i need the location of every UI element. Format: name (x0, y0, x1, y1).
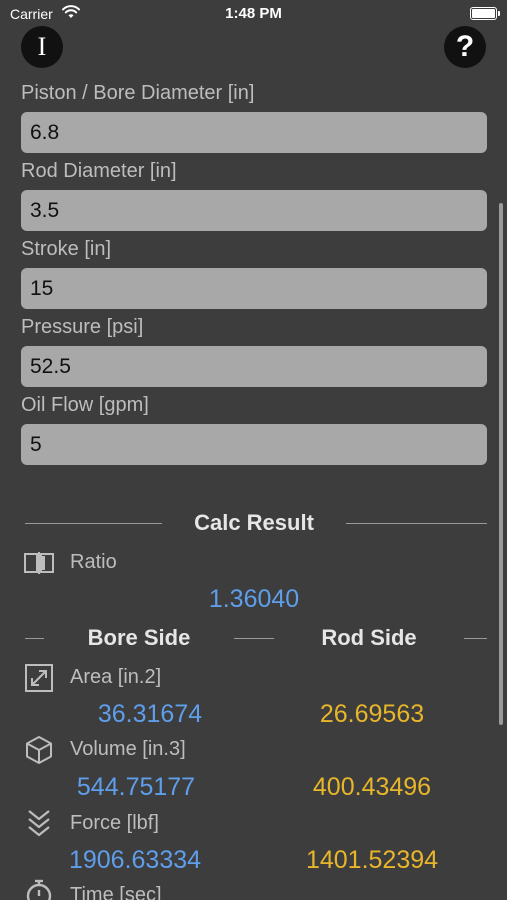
clock: 1:48 PM (225, 5, 282, 22)
volume-bore-value: 544.75177 (76, 773, 196, 801)
help-icon: ? (455, 30, 475, 63)
divider-line (25, 638, 44, 639)
status-bar: Carrier 1:48 PM (0, 0, 507, 30)
pressure-input[interactable]: 52.5 (21, 346, 487, 387)
oil-flow-label: Oil Flow [gpm] (21, 394, 149, 416)
area-icon (25, 664, 53, 692)
time-icon (26, 879, 52, 900)
calc-result-title: Calc Result (194, 510, 314, 535)
pressure-label: Pressure [psi] (21, 316, 144, 338)
area-bore-value: 36.31674 (97, 700, 203, 728)
bore-diameter-label: Piston / Bore Diameter [in] (21, 82, 255, 104)
ratio-label: Ratio (70, 551, 117, 573)
force-icon (28, 810, 50, 837)
volume-icon (26, 736, 52, 764)
time-label: Time [sec] (70, 884, 162, 900)
area-label: Area [in.2] (70, 666, 162, 688)
force-bore-value: 1906.63334 (68, 846, 202, 874)
rod-side-header: Rod Side (321, 625, 417, 650)
stroke-label: Stroke [in] (21, 238, 112, 260)
rod-diameter-label: Rod Diameter [in] (21, 160, 177, 182)
divider-line (464, 638, 487, 639)
ratio-value: 1.36040 (208, 585, 300, 613)
stroke-input[interactable]: 15 (21, 268, 487, 309)
oil-flow-input[interactable]: 5 (21, 424, 487, 465)
scroll-indicator[interactable] (499, 203, 503, 725)
bore-diameter-input[interactable]: 6.8 (21, 112, 487, 153)
battery-icon (470, 7, 500, 20)
area-rod-value: 26.69563 (319, 700, 425, 728)
force-rod-value: 1401.52394 (305, 846, 439, 874)
rod-diameter-input[interactable]: 3.5 (21, 190, 487, 231)
bore-side-header: Bore Side (87, 625, 191, 650)
divider-line (234, 638, 274, 639)
force-label: Force [lbf] (70, 812, 159, 834)
volume-rod-value: 400.43496 (312, 773, 432, 801)
ratio-icon (24, 552, 54, 574)
divider-line (25, 523, 162, 524)
help-button[interactable]: ? (444, 26, 486, 68)
volume-label: Volume [in.3] (70, 738, 186, 760)
info-icon: I (37, 32, 47, 61)
info-button[interactable]: I (21, 26, 63, 68)
divider-line (346, 523, 487, 524)
